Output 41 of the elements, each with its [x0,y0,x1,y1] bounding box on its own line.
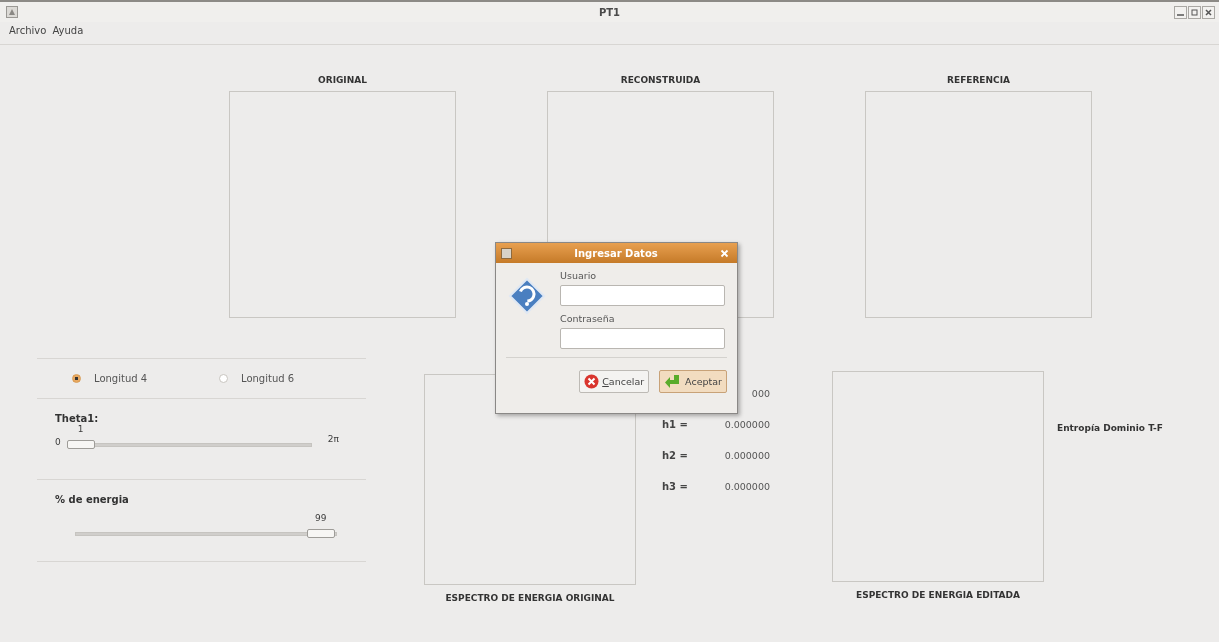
slider-track[interactable] [66,437,312,448]
question-icon [508,277,546,315]
entropy-label: Entropía Dominio T-F [1057,423,1163,433]
radio-option[interactable]: Longitud 4 [72,373,219,384]
field-label: Usuario [560,270,598,281]
close-icon[interactable] [1202,5,1215,19]
ok-button[interactable]: Aceptar [659,370,727,393]
slider-thumb[interactable] [306,529,335,538]
panel-title: ESPECTRO DE ENERGIA EDITADA [856,590,1020,600]
app-icon [501,247,512,259]
coefficient-label: h2 = [662,450,688,463]
slider-label: Theta1: [55,413,100,424]
menu-item[interactable]: Archivo [9,24,47,36]
coefficient-value: 0.000000 [724,450,770,463]
slider-thumb[interactable] [66,440,95,449]
slider-value: 1 [77,424,84,434]
panel-title: ORIGINAL [318,75,367,85]
input-field[interactable] [560,285,725,306]
coefficient-label: h1 = [662,419,688,432]
app-icon [6,6,18,18]
cancel-icon [584,374,600,389]
slider-label: % de energia [55,494,130,505]
panel-title: REFERENCIA [947,75,1010,85]
minimize-icon[interactable] [1174,5,1187,19]
field-label: Contraseña [560,313,616,324]
menu-item[interactable]: Ayuda [52,24,84,36]
input-field[interactable] [560,328,725,349]
slider-min-label: 0 [55,437,61,448]
coefficient-value: 0.000000 [724,419,770,432]
radio-option[interactable]: Longitud 6 [219,373,366,384]
cancel-button[interactable]: Cancelar [579,370,650,393]
panel-title: ESPECTRO DE ENERGIA ORIGINAL [445,593,615,603]
slider-value: 99 [314,513,327,523]
slider-max-label: 2π [327,434,339,446]
dialog-title: Ingresar Datos [573,247,659,259]
panel-title: RECONSTRUIDA [620,75,701,85]
window-title: PT1 [598,6,621,18]
coefficient-value: 000 [751,388,770,401]
slider-track[interactable] [75,526,337,537]
coefficient-label: h3 = [662,481,688,494]
coefficient-value: 0.000000 [724,481,770,494]
